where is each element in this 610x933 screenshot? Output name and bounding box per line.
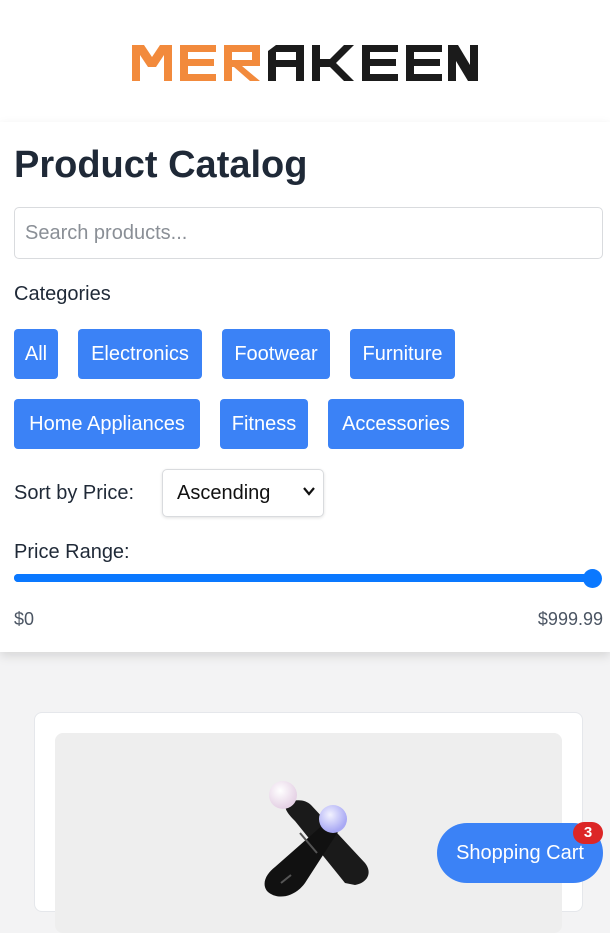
sort-selected-value: Ascending <box>177 481 271 504</box>
filter-panel <box>0 122 610 652</box>
category-electronics-button[interactable]: Electronics <box>78 329 202 379</box>
category-fitness-button[interactable]: Fitness <box>220 399 308 449</box>
cart-count-badge: 3 <box>573 822 603 844</box>
category-footwear-button[interactable]: Footwear <box>222 329 330 379</box>
price-range-thumb[interactable] <box>583 569 602 588</box>
brand-logo[interactable] <box>130 41 480 85</box>
sort-select[interactable]: Ascending <box>162 469 324 517</box>
sort-label: Sort by Price: <box>14 482 135 504</box>
category-all-button[interactable]: All <box>14 329 58 379</box>
price-min-value: $0 <box>14 609 35 629</box>
page-title: Product Catalog <box>14 144 308 186</box>
search-input[interactable] <box>14 207 603 259</box>
category-furniture-button[interactable]: Furniture <box>350 329 455 379</box>
price-max-value: $999.99 <box>537 609 603 629</box>
price-range-fill <box>14 574 592 582</box>
price-range-slider[interactable] <box>14 574 592 582</box>
header <box>0 0 610 122</box>
category-home-appliances-button[interactable]: Home Appliances <box>14 399 200 449</box>
chevron-down-icon <box>303 483 315 499</box>
category-accessories-button[interactable]: Accessories <box>328 399 464 449</box>
price-range-label: Price Range: <box>14 541 130 563</box>
categories-label: Categories <box>14 283 111 305</box>
